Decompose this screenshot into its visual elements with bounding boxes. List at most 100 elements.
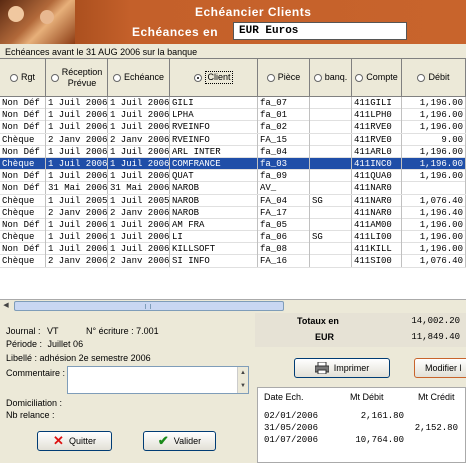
periode-value: Juillet 06 (47, 339, 84, 349)
table-cell: 1 Juil 2005 (110, 194, 170, 207)
table-cell: 1,196.00 (402, 218, 466, 231)
table-row[interactable]: Chèque 2 Janv 2006 2 Janv 2006 NAROB FA_17 41… (0, 206, 466, 219)
table-cell: 1,196.40 (402, 206, 466, 219)
table-cell: 411ARL0 (352, 145, 402, 158)
column-header-label: Pièce (277, 72, 301, 82)
table-cell: NAROB (170, 194, 258, 207)
sort-radio-icon[interactable] (50, 73, 59, 82)
table-row[interactable]: Non Déf 1 Juil 2006 1 Juil 2006 KILLSOFT fa_… (0, 243, 466, 256)
table-cell: Chèque (0, 206, 46, 219)
schedule-header-credit: Mt Crédit (418, 392, 455, 402)
table-cell: 1,196.00 (402, 243, 466, 256)
table-cell: 1 Juil 2006 (48, 218, 108, 231)
table-cell: 1 Juil 2006 (110, 218, 170, 231)
table-cell: FA_16 (258, 255, 310, 268)
scroll-thumb[interactable] (14, 301, 284, 311)
table-cell: 1 Juil 2005 (48, 194, 108, 207)
column-header-label: Débit (428, 72, 450, 82)
relance-label: Nb relance : (6, 410, 55, 420)
table-row[interactable]: Chèque 2 Janv 2006 2 Janv 2006 RVEINFO FA_15… (0, 133, 466, 146)
printer-icon (314, 362, 329, 374)
table-row[interactable]: Non Déf 1 Juil 2006 1 Juil 2006 LPHA fa_01 41… (0, 109, 466, 122)
table-cell (310, 157, 352, 170)
table-row[interactable]: Chèque 1 Juil 2005 1 Juil 2005 NAROB FA_04 SG… (0, 194, 466, 207)
libelle-value: adhésion 2e semestre 2006 (39, 353, 151, 363)
currency-field[interactable]: EUR Euros (233, 22, 407, 40)
table-row[interactable]: Chèque 1 Juil 2006 1 Juil 2006 COMFRANCE fa_… (0, 157, 466, 171)
totals-currency: EUR (315, 332, 335, 342)
column-header-5[interactable]: banq. (310, 59, 352, 97)
column-header-1[interactable]: Réception Prévue (46, 59, 108, 97)
sort-radio-icon[interactable] (112, 73, 121, 82)
table-row[interactable]: Chèque 1 Juil 2006 1 Juil 2006 LI fa_06 SG 411… (0, 231, 466, 244)
table-cell: 1 Juil 2006 (110, 121, 170, 134)
table-row[interactable]: Non Déf 1 Juil 2006 1 Juil 2006 AM FRA fa_05… (0, 218, 466, 232)
table-cell: 1 Juil 2006 (110, 145, 170, 158)
schedule-header-date: Date Ech. (264, 392, 304, 402)
commentaire-input[interactable]: ▲ ▼ (67, 366, 249, 394)
table-row[interactable]: Non Déf 1 Juil 2006 1 Juil 2006 QUAT fa_09 41… (0, 170, 466, 183)
column-header-4[interactable]: Pièce (258, 59, 310, 97)
sort-radio-icon[interactable] (194, 73, 203, 82)
column-header-0[interactable]: Rgt (0, 59, 46, 97)
sort-radio-icon[interactable] (266, 73, 275, 82)
table-cell: KILLSOFT (170, 243, 258, 256)
sort-radio-icon[interactable] (417, 73, 426, 82)
table-cell: 1 Juil 2006 (110, 243, 170, 256)
table-cell: fa_02 (258, 121, 310, 134)
table-row[interactable]: Non Déf 1 Juil 2006 1 Juil 2006 RVEINFO fa_0… (0, 121, 466, 134)
sort-radio-icon[interactable] (9, 73, 18, 82)
table-cell (310, 170, 352, 183)
horizontal-scrollbar[interactable]: ◀ (0, 299, 466, 311)
table-cell: NAROB (170, 206, 258, 219)
table-cell: 1 Juil 2006 (48, 109, 108, 122)
column-header-7[interactable]: Débit (402, 59, 466, 97)
table-cell: LPHA (170, 109, 258, 122)
table-cell: RVEINFO (170, 121, 258, 134)
table-cell (310, 206, 352, 219)
validate-button[interactable]: ✔ Valider (143, 431, 216, 451)
table-cell: 411QUA0 (352, 170, 402, 183)
table-cell: 411INC0 (352, 157, 402, 170)
sort-radio-icon[interactable] (355, 73, 364, 82)
table-cell: Chèque (0, 194, 46, 207)
table-cell: COMFRANCE (170, 157, 258, 170)
journal-value: VT (47, 326, 59, 336)
table-cell: 2 Janv 2006 (110, 133, 170, 146)
window-title: Echéancier Clients (195, 5, 312, 19)
table-cell: 1,196.00 (402, 231, 466, 244)
ecriture-value: 7.001 (136, 326, 159, 336)
table-cell: 2 Janv 2006 (110, 255, 170, 268)
echeancier-window: Echéancier Clients Echéances en EUR Euro… (0, 0, 466, 463)
table-cell: FA_17 (258, 206, 310, 219)
modify-button[interactable]: Modifier l (414, 358, 466, 378)
table-cell (310, 121, 352, 134)
table-cell: FA_15 (258, 133, 310, 146)
print-button[interactable]: Imprimer (294, 358, 390, 378)
table-cell: 1 Juil 2006 (48, 243, 108, 256)
journal-info: Journal : VT (6, 326, 59, 336)
column-header-6[interactable]: Compte (352, 59, 402, 97)
table-cell (310, 182, 352, 195)
table-row[interactable]: Chèque 2 Janv 2006 2 Janv 2006 SI INFO FA_16… (0, 255, 466, 268)
table-cell: 1 Juil 2006 (48, 231, 108, 244)
table-cell: FA_04 (258, 194, 310, 207)
quit-button[interactable]: ✕ Quitter (37, 431, 112, 451)
sort-radio-icon[interactable] (313, 73, 322, 82)
column-header-3[interactable]: Client (170, 59, 258, 97)
table-cell: 411NAR0 (352, 206, 402, 219)
table-cell (402, 182, 466, 195)
scroll-left-arrow-icon[interactable]: ◀ (1, 301, 11, 311)
table-cell: Non Déf (0, 121, 46, 134)
table-cell: 411RVE0 (352, 121, 402, 134)
table-row[interactable]: Non Déf 1 Juil 2006 1 Juil 2006 GILI fa_07 41… (0, 97, 466, 110)
table-cell: 1 Juil 2006 (110, 170, 170, 183)
comment-scrollbar[interactable]: ▲ ▼ (237, 367, 248, 393)
table-cell: 1,196.00 (402, 157, 466, 170)
domiciliation-label: Domiciliation : (6, 398, 63, 408)
table-row[interactable]: Non Déf 1 Juil 2006 1 Juil 2006 ARL INTER fa… (0, 145, 466, 158)
column-header-2[interactable]: Echéance (108, 59, 170, 97)
table-cell: SG (310, 231, 352, 244)
table-row[interactable]: Non Déf 31 Mai 2006 31 Mai 2006 NAROB AV_ 411… (0, 182, 466, 195)
table-cell: 1 Juil 2006 (110, 231, 170, 244)
